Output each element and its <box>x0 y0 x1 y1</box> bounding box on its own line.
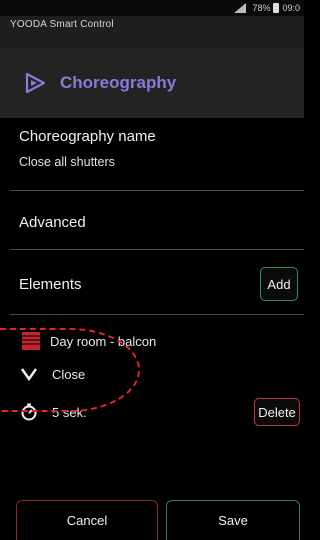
add-element-button[interactable]: Add <box>260 267 298 301</box>
page-header: Choreography <box>0 48 304 118</box>
app-title: YOODA Smart Control <box>10 19 114 30</box>
advanced-row[interactable]: Advanced <box>0 214 304 231</box>
battery-percent: 78% <box>252 3 271 13</box>
choreography-icon <box>25 72 46 94</box>
save-button[interactable]: Save <box>166 500 300 540</box>
cancel-button[interactable]: Cancel <box>16 500 158 540</box>
page-title: Choreography <box>60 73 177 92</box>
divider <box>10 314 304 315</box>
divider <box>10 249 304 250</box>
advanced-label: Advanced <box>19 214 86 231</box>
battery-icon <box>273 3 280 13</box>
clock: 09:0 <box>282 3 300 13</box>
status-bar: 78% 09:0 <box>0 0 304 16</box>
delete-element-button[interactable]: Delete <box>254 398 300 426</box>
choreography-name-value[interactable]: Close all shutters <box>19 155 304 169</box>
choreography-name-label: Choreography name <box>19 128 156 145</box>
app-title-bar: YOODA Smart Control <box>0 16 304 48</box>
divider <box>10 190 304 191</box>
choreography-name-field[interactable]: Choreography name Close all shutters <box>0 128 304 169</box>
signal-icon <box>234 3 247 13</box>
elements-header: Elements <box>0 276 304 293</box>
annotation-highlight <box>0 328 140 412</box>
